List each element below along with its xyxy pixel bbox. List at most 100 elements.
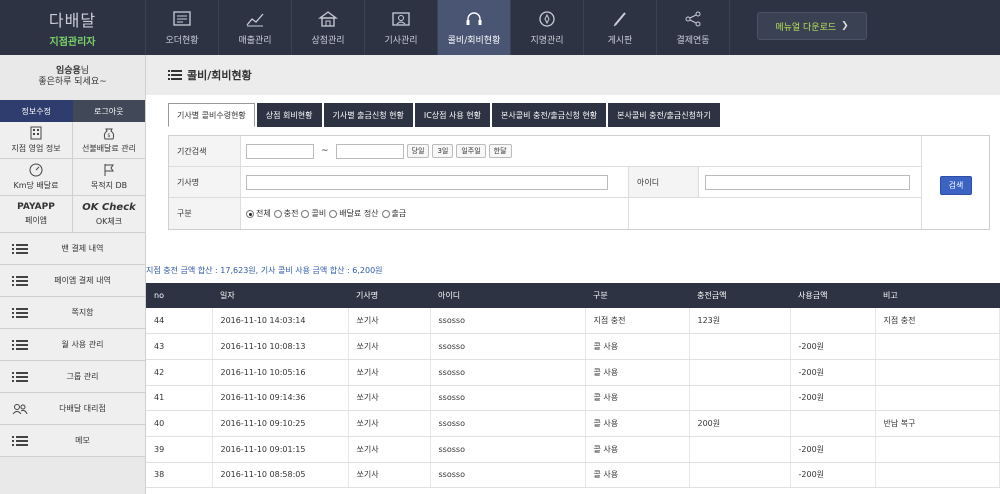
sidebar-grid-label: 페이앱 bbox=[24, 216, 48, 225]
sidebar-item-km-fee[interactable]: Km당 배달료 bbox=[0, 159, 73, 196]
table-row[interactable]: 39 2016-11-10 09:01:15 쏘기사 ssosso 콜 사용 -200원 bbox=[146, 436, 1000, 463]
cell-charge bbox=[689, 385, 791, 412]
cell-date: 2016-11-10 09:01:15 bbox=[212, 436, 349, 463]
id-input[interactable] bbox=[705, 174, 910, 190]
sidebar-item-prepaid[interactable]: $ 선불배달료 관리 bbox=[73, 122, 146, 159]
nav-callfee[interactable]: 콜비/회비현황 bbox=[438, 0, 511, 55]
sidebar-item-monthly-usage[interactable]: 월 사용 관리 bbox=[0, 329, 145, 361]
sidebar-grid-label: Km당 배달료 bbox=[13, 181, 59, 190]
nav-drivers[interactable]: 기사관리 bbox=[365, 0, 438, 55]
cell-type: 콜 사용 bbox=[585, 385, 690, 412]
table-row[interactable]: 40 2016-11-10 09:10:25 쏘기사 ssosso 콜 사용 200원 반납… bbox=[146, 410, 1000, 437]
tab-driver-withdraw[interactable]: 기사별 출금신청 현황 bbox=[323, 103, 413, 127]
radio-dot bbox=[273, 209, 282, 218]
driver-label: 기사명 bbox=[169, 167, 241, 197]
cell-date: 2016-11-10 09:14:36 bbox=[212, 385, 349, 412]
table-row[interactable]: 38 2016-11-10 08:58:05 쏘기사 ssosso 콜 사용 -200원 bbox=[146, 462, 1000, 489]
sidebar-item-memo[interactable]: 메모 bbox=[0, 425, 145, 457]
tab-store-fee[interactable]: 상점 회비현황 bbox=[256, 103, 322, 127]
nav-orders[interactable]: 오더현황 bbox=[146, 0, 219, 55]
top-bar: 다배달 지점관리자 오더현황 매출관리 상점관리 기사관리 콜비/회비현황 지명… bbox=[0, 0, 1000, 55]
radio-charge[interactable]: 충전 bbox=[273, 208, 299, 219]
cell-used: -200원 bbox=[790, 359, 876, 386]
logo[interactable]: 다배달 지점관리자 bbox=[0, 0, 146, 55]
cell-used: -200원 bbox=[790, 462, 876, 489]
money-bag-icon: $ bbox=[103, 128, 115, 140]
nav-board[interactable]: 게시판 bbox=[584, 0, 657, 55]
search-button[interactable]: 검색 bbox=[940, 176, 972, 195]
nav-label: 콜비/회비현황 bbox=[447, 36, 501, 46]
sidebar-item-destination-db[interactable]: 목적지 DB bbox=[73, 159, 146, 196]
radio-withdraw[interactable]: 출금 bbox=[381, 208, 406, 219]
nav-stores[interactable]: 상점관리 bbox=[292, 0, 365, 55]
list-icon bbox=[0, 371, 40, 382]
speedometer-icon bbox=[29, 163, 43, 177]
three-days-button[interactable]: 3일 bbox=[432, 144, 454, 158]
col-charge: 충전금액 bbox=[689, 283, 790, 308]
table-row[interactable]: 44 2016-11-10 14:03:14 쏘기사 ssosso 지점 충전 123원 지… bbox=[146, 308, 1000, 335]
list-icon bbox=[0, 435, 40, 446]
manual-download-button[interactable]: 메뉴얼 다운로드 ❯ bbox=[757, 12, 867, 40]
divider bbox=[921, 136, 922, 229]
tab-hq-status[interactable]: 본사콜비 충전/출금신청 현황 bbox=[492, 103, 607, 127]
sidebar-item-agency[interactable]: 다배달 대리점 bbox=[0, 393, 145, 425]
content-panel: 기사별 콜비수령현황 상점 회비현황 기사별 출금신청 현황 IC상점 사용 현… bbox=[146, 95, 1000, 494]
col-type: 구분 bbox=[585, 283, 689, 308]
pen-icon bbox=[613, 12, 626, 27]
start-date-input[interactable] bbox=[246, 143, 314, 159]
col-no: no bbox=[146, 283, 212, 308]
building-icon bbox=[30, 126, 42, 140]
radio-all[interactable]: 전체 bbox=[246, 208, 271, 219]
user-suffix: 님 bbox=[80, 66, 90, 76]
radio-dot bbox=[246, 209, 254, 218]
period-inputs: ~ 당일 3일 일주일 한달 bbox=[241, 136, 512, 166]
id-card-icon bbox=[392, 12, 410, 26]
id-label: 아이디 bbox=[629, 167, 699, 197]
sidebar-list-label: 페이앱 결제 내역 bbox=[54, 276, 111, 285]
nav-label: 지명관리 bbox=[530, 36, 564, 46]
tilde: ~ bbox=[321, 146, 329, 156]
nav-assign[interactable]: 지명관리 bbox=[511, 0, 584, 55]
end-date-input[interactable] bbox=[335, 143, 404, 159]
radio-callfee[interactable]: 콜비 bbox=[301, 208, 326, 219]
sidebar-item-branch-info[interactable]: 지점 영업 정보 bbox=[0, 122, 73, 159]
cell-charge bbox=[689, 359, 791, 386]
edit-info-button[interactable]: 정보수정 bbox=[0, 100, 73, 122]
tab-driver-callfee[interactable]: 기사별 콜비수령현황 bbox=[168, 103, 255, 127]
radio-label: 충전 bbox=[283, 209, 299, 218]
search-row-driver: 기사명 아이디 bbox=[169, 167, 921, 198]
cell-type: 콜 사용 bbox=[585, 359, 690, 386]
nav-payment[interactable]: 결제연동 bbox=[657, 0, 730, 55]
cell-charge bbox=[689, 436, 791, 463]
cell-no: 42 bbox=[146, 359, 213, 386]
sidebar-item-payapp[interactable]: PAYAPP 페이앱 bbox=[0, 196, 73, 233]
driver-name-input[interactable] bbox=[246, 174, 608, 190]
cell-driver: 쏘기사 bbox=[348, 359, 431, 386]
sidebar-item-messages[interactable]: 쪽지함 bbox=[0, 297, 145, 329]
table-row[interactable]: 43 2016-11-10 10:08:13 쏘기사 ssosso 콜 사용 -200원 bbox=[146, 333, 1000, 360]
table-row[interactable]: 42 2016-11-10 10:05:16 쏘기사 ssosso 콜 사용 -200원 bbox=[146, 359, 1000, 386]
tab-hq-request[interactable]: 본사콜비 충전/출금신청하기 bbox=[608, 103, 720, 127]
week-button[interactable]: 일주일 bbox=[456, 144, 486, 158]
logout-button[interactable]: 로그아웃 bbox=[72, 100, 145, 122]
search-row-type: 구분 전체 충전 콜비 배달료 정산 출금 bbox=[169, 198, 921, 229]
tab-ic-store[interactable]: IC상점 사용 현황 bbox=[414, 103, 491, 127]
cell-note bbox=[875, 385, 1000, 412]
radio-label: 전체 bbox=[256, 209, 271, 218]
compass-icon bbox=[539, 11, 555, 27]
nav-sales[interactable]: 매출관리 bbox=[219, 0, 292, 55]
sidebar-item-payapp-payments[interactable]: 페이앱 결제 내역 bbox=[0, 265, 145, 297]
cell-id: ssosso bbox=[430, 436, 586, 463]
cell-note bbox=[875, 333, 1000, 360]
sidebar-list: 밴 결제 내역 페이앱 결제 내역 쪽지함 월 사용 관리 그룹 관리 다배달 … bbox=[0, 233, 145, 457]
sidebar-grid-label: 선불배달료 관리 bbox=[81, 144, 137, 153]
cell-date: 2016-11-10 09:10:25 bbox=[212, 410, 349, 437]
radio-settlement[interactable]: 배달료 정산 bbox=[329, 208, 379, 219]
table-row[interactable]: 41 2016-11-10 09:14:36 쏘기사 ssosso 콜 사용 -200원 bbox=[146, 385, 1000, 412]
sidebar-item-van-payments[interactable]: 밴 결제 내역 bbox=[0, 233, 145, 265]
cell-id: ssosso bbox=[430, 462, 586, 489]
sidebar-item-groups[interactable]: 그룹 관리 bbox=[0, 361, 145, 393]
month-button[interactable]: 한달 bbox=[488, 144, 512, 158]
today-button[interactable]: 당일 bbox=[406, 144, 430, 158]
sidebar-item-okcheck[interactable]: OK Check OK체크 bbox=[73, 196, 146, 233]
